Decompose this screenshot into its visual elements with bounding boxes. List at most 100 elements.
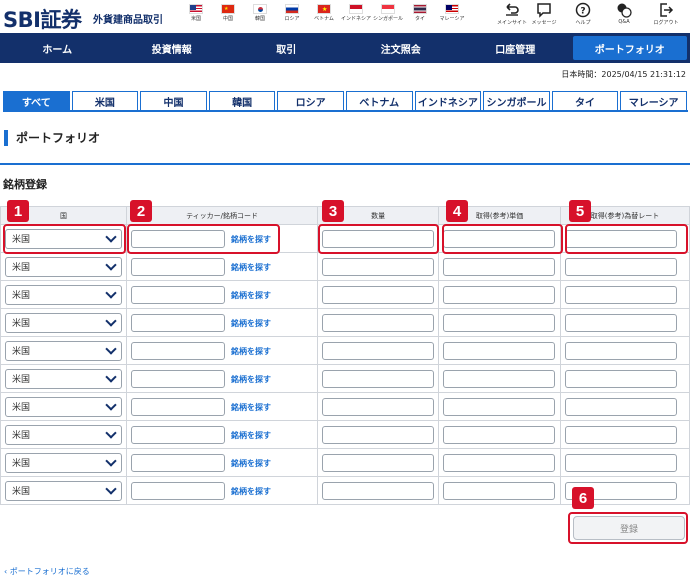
flag-item-china[interactable]: ★ 中国: [212, 1, 244, 31]
unit-price-input[interactable]: [443, 257, 556, 276]
quantity-input[interactable]: [322, 425, 435, 444]
help-link[interactable]: ? ヘルプ: [563, 0, 603, 26]
header: SBI証券 外貨建商品取引 米国 ★ 中国 韓国 ロシア ★ ベトナム インドネ…: [0, 0, 690, 32]
find-stock-link[interactable]: 銘柄を探す: [231, 402, 271, 413]
flag-item-indonesia[interactable]: インドネシア: [340, 1, 372, 31]
unit-price-input[interactable]: [443, 425, 556, 444]
tab-korea[interactable]: 韓国: [208, 91, 276, 110]
find-stock-link[interactable]: 銘柄を探す: [231, 374, 271, 385]
fx-rate-input[interactable]: [565, 257, 678, 276]
ticker-input[interactable]: [131, 286, 225, 305]
ticker-cell: 銘柄を探す: [125, 336, 319, 365]
unit-price-input[interactable]: [443, 341, 556, 360]
flag-item-singapore[interactable]: シンガポール: [372, 1, 404, 31]
form-title: 銘柄登録: [3, 178, 47, 191]
nav-order-inquiry[interactable]: 注文照会: [344, 33, 459, 63]
tab-vietnam[interactable]: ベトナム: [345, 91, 413, 110]
register-button[interactable]: 登録: [573, 516, 685, 540]
country-select[interactable]: 米国: [5, 256, 122, 277]
nav-account[interactable]: 口座管理: [458, 33, 573, 63]
flag-item-us[interactable]: 米国: [180, 1, 212, 31]
unit-price-input[interactable]: [443, 453, 556, 472]
callout-badge-3: 3: [322, 200, 344, 222]
quantity-input[interactable]: [322, 285, 435, 304]
find-stock-link[interactable]: 銘柄を探す: [231, 430, 271, 441]
quantity-input[interactable]: [322, 481, 435, 500]
country-select[interactable]: 米国: [5, 284, 122, 305]
country-select[interactable]: 米国: [5, 424, 122, 445]
find-stock-link[interactable]: 銘柄を探す: [231, 346, 271, 357]
fx-rate-input[interactable]: [565, 425, 678, 444]
tab-all[interactable]: すべて: [3, 91, 70, 110]
country-cell: 米国: [0, 364, 127, 393]
fx-rate-cell: [560, 280, 690, 309]
quantity-cell: [317, 420, 440, 449]
back-to-portfolio-link[interactable]: ‹ ポートフォリオに戻る: [4, 566, 90, 577]
qa-link[interactable]: Q&A: [604, 0, 644, 25]
unit-price-input[interactable]: [443, 397, 556, 416]
flag-label: 韓国: [254, 16, 265, 22]
country-select[interactable]: 米国: [5, 340, 122, 361]
find-stock-link[interactable]: 銘柄を探す: [231, 262, 271, 273]
fx-rate-input[interactable]: [565, 453, 678, 472]
quantity-input[interactable]: [322, 313, 435, 332]
tab-malaysia[interactable]: マレーシア: [620, 91, 687, 110]
fx-rate-cell: [560, 364, 690, 393]
country-select[interactable]: 米国: [5, 396, 122, 417]
country-select[interactable]: 米国: [5, 312, 122, 333]
find-stock-link[interactable]: 銘柄を探す: [231, 290, 271, 301]
ticker-input[interactable]: [131, 426, 225, 445]
unit-price-input[interactable]: [443, 285, 556, 304]
nav-portfolio[interactable]: ポートフォリオ: [572, 36, 687, 60]
unit-price-cell: [438, 476, 562, 505]
country-select[interactable]: 米国: [5, 452, 122, 473]
svg-text:?: ?: [580, 7, 585, 17]
unit-price-input[interactable]: [443, 481, 556, 500]
quantity-input[interactable]: [322, 257, 435, 276]
fx-rate-cell: [560, 308, 690, 337]
russia-flag-icon: [285, 4, 299, 14]
flag-item-malaysia[interactable]: マレーシア: [436, 1, 468, 31]
chevron-down-icon: [105, 258, 117, 271]
message-link[interactable]: メッセージ: [524, 0, 564, 26]
tab-indonesia[interactable]: インドネシア: [414, 91, 482, 110]
ticker-input[interactable]: [131, 370, 225, 389]
sbi-logo[interactable]: SBI証券: [3, 4, 82, 34]
flag-item-vietnam[interactable]: ★ ベトナム: [308, 1, 340, 31]
ticker-input[interactable]: [131, 342, 225, 361]
nav-trade[interactable]: 取引: [229, 33, 344, 63]
flag-item-korea[interactable]: 韓国: [244, 1, 276, 31]
find-stock-link[interactable]: 銘柄を探す: [231, 458, 271, 469]
ticker-input[interactable]: [131, 314, 225, 333]
find-stock-link[interactable]: 銘柄を探す: [231, 486, 271, 497]
tab-russia[interactable]: ロシア: [277, 91, 344, 110]
fx-rate-input[interactable]: [565, 313, 678, 332]
flag-item-russia[interactable]: ロシア: [276, 1, 308, 31]
ticker-input[interactable]: [131, 398, 225, 417]
flag-item-thailand[interactable]: タイ: [404, 1, 436, 31]
callout-box-fx-rate: [565, 224, 688, 254]
tab-china[interactable]: 中国: [140, 91, 207, 110]
country-select[interactable]: 米国: [5, 480, 122, 501]
quantity-input[interactable]: [322, 397, 435, 416]
tab-us[interactable]: 米国: [71, 91, 139, 110]
unit-price-input[interactable]: [443, 313, 556, 332]
nav-home[interactable]: ホーム: [0, 33, 115, 63]
tab-singapore[interactable]: シンガポール: [483, 91, 550, 110]
quantity-input[interactable]: [322, 453, 435, 472]
fx-rate-input[interactable]: [565, 341, 678, 360]
quantity-input[interactable]: [322, 369, 435, 388]
ticker-input[interactable]: [131, 482, 225, 501]
country-select[interactable]: 米国: [5, 368, 122, 389]
logout-link[interactable]: ログアウト: [646, 0, 686, 26]
fx-rate-input[interactable]: [565, 369, 678, 388]
quantity-input[interactable]: [322, 341, 435, 360]
fx-rate-input[interactable]: [565, 285, 678, 304]
ticker-input[interactable]: [131, 454, 225, 473]
find-stock-link[interactable]: 銘柄を探す: [231, 318, 271, 329]
nav-investment-info[interactable]: 投資情報: [115, 33, 230, 63]
tab-thailand[interactable]: タイ: [551, 91, 619, 110]
ticker-input[interactable]: [131, 258, 225, 277]
unit-price-input[interactable]: [443, 369, 556, 388]
fx-rate-input[interactable]: [565, 397, 678, 416]
